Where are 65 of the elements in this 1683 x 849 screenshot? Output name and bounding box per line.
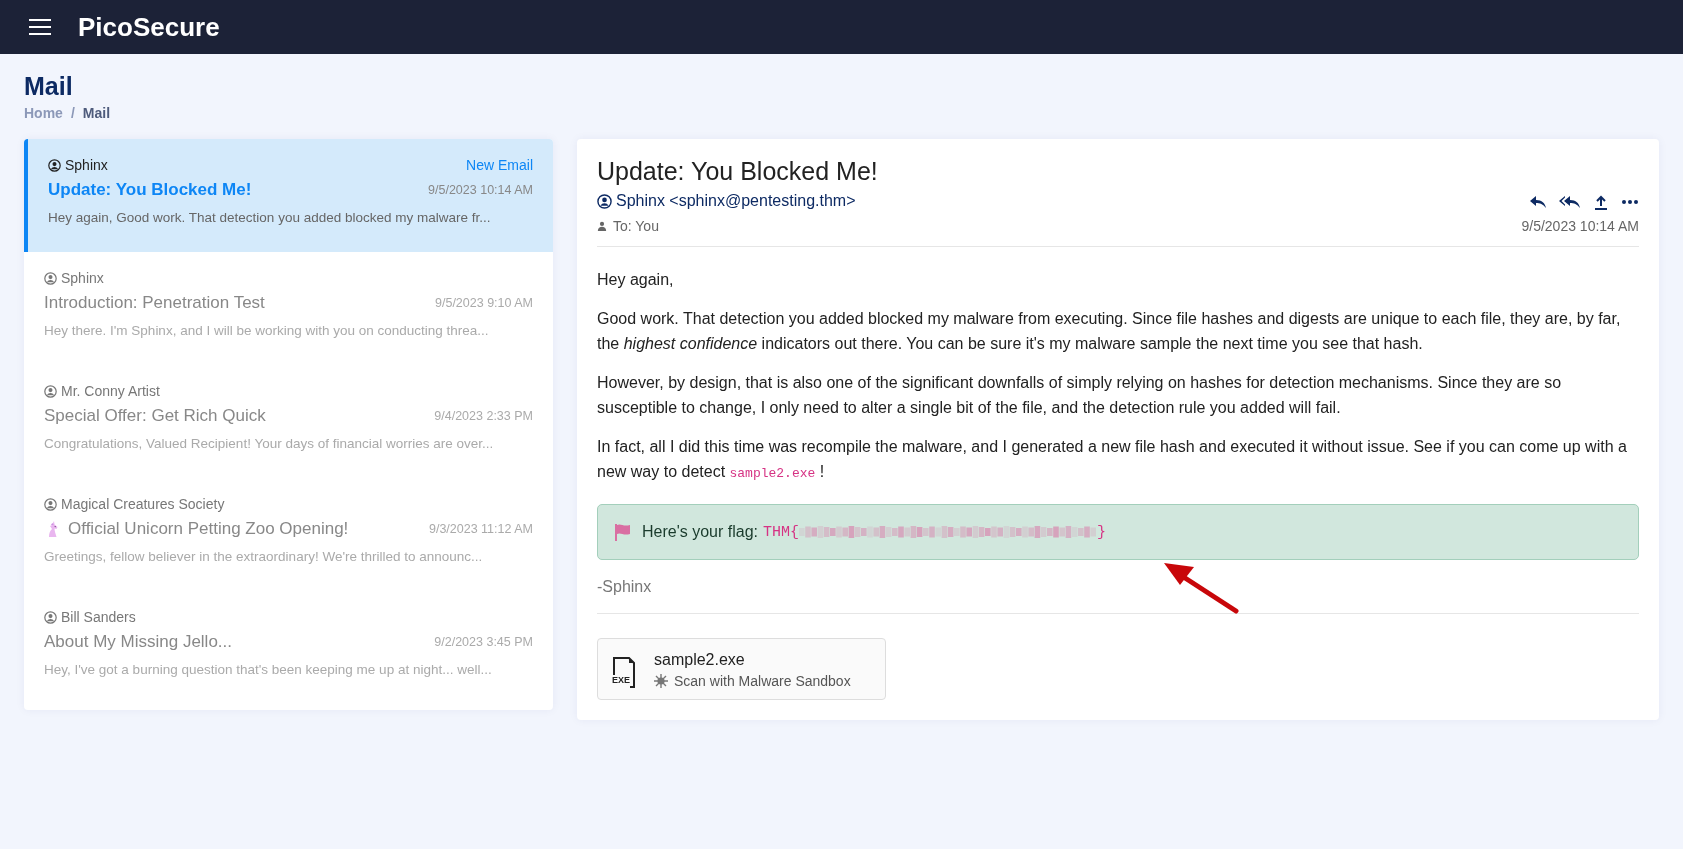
email-item[interactable]: Sphinx Introduction: Penetration Test 9/5/2023 9:10 AM Hey there. I'm Sphinx, and I will be working with you on conducting threa... bbox=[24, 252, 553, 365]
email-subject: Update: You Blocked Me! bbox=[48, 180, 252, 200]
email-preview: Hey, I've got a burning question that's been keeping me up at night... well... bbox=[44, 662, 493, 677]
flag-suffix: } bbox=[1097, 523, 1107, 541]
upload-icon bbox=[1593, 194, 1609, 210]
email-date: 9/4/2023 2:33 PM bbox=[434, 409, 533, 423]
sender-name: Magical Creatures Society bbox=[44, 496, 225, 512]
sender-name: Mr. Conny Artist bbox=[44, 383, 160, 399]
email-date: 9/5/2023 9:10 AM bbox=[435, 296, 533, 310]
email-date: 9/5/2023 10:14 AM bbox=[428, 183, 533, 197]
email-item[interactable]: Mr. Conny Artist Special Offer: Get Rich Quick 9/4/2023 2:33 PM Congratulations, Valued Recipient! Your days of financial worries are over... bbox=[24, 365, 553, 478]
email-item[interactable]: Bill Sanders About My Missing Jello... 9/2/2023 3:45 PM Hey, I've got a burning question that's been keeping me up at night... well... bbox=[24, 591, 553, 704]
message-date: 9/5/2023 10:14 AM bbox=[1521, 218, 1639, 234]
sender-address: Sphinx <sphinx@pentesting.thm> bbox=[597, 192, 856, 210]
email-preview: Congratulations, Valued Recipient! Your days of financial worries are over... bbox=[44, 436, 495, 451]
email-subject: Official Unicorn Petting Zoo Opening! bbox=[44, 519, 349, 539]
email-item[interactable]: Sphinx New Email Update: You Blocked Me! 9/5/2023 10:14 AM Hey again, Good work. That detection you added blocked my malware fr... bbox=[24, 139, 553, 252]
attachment-name: sample2.exe bbox=[654, 651, 746, 669]
email-item[interactable]: Magical Creatures Society Official Unicorn Petting Zoo Opening! 9/3/2023 11:12 AM Greetings, fellow believer in the extraordinary! We're thrilled to announc... bbox=[24, 478, 553, 591]
user-icon bbox=[44, 271, 57, 285]
message-paragraph: In fact, all I did this time was recompile the malware, and I generated a new file hash and executed it without issue. See if you can come up with a new way to detect sample2.exe ! bbox=[597, 437, 1628, 483]
sender-name: Sphinx bbox=[44, 270, 104, 286]
sender-name: Sphinx bbox=[48, 157, 108, 173]
app-title: PicoSecure bbox=[78, 11, 220, 43]
sender-name: Bill Sanders bbox=[44, 609, 136, 625]
more-icon bbox=[1621, 199, 1639, 205]
message-paragraph: Good work. That detection you added blocked my malware from executing. Since file hashes and digests are unique to each file, they are, by far, the highest confidence indicators out there. You can be sure it's my malware sample the next time you see that hash. bbox=[597, 309, 1622, 354]
user-icon bbox=[44, 497, 57, 511]
more-button[interactable] bbox=[1621, 199, 1639, 205]
page-title: Mail bbox=[24, 72, 74, 101]
recipient-label: To: You bbox=[597, 218, 856, 234]
signature: -Sphinx bbox=[597, 577, 653, 597]
breadcrumb-separator: / bbox=[70, 105, 75, 121]
email-subject: Special Offer: Get Rich Quick bbox=[44, 406, 266, 426]
scan-link[interactable]: Scan with Malware Sandbox bbox=[654, 673, 851, 689]
reply-all-button[interactable] bbox=[1559, 195, 1581, 209]
message-paragraph: Hey again, bbox=[597, 270, 675, 290]
email-preview: Greetings, fellow believer in the extraordinary! We're thrilled to announc... bbox=[44, 549, 484, 564]
email-preview: Hey there. I'm Sphinx, and I will be working with you on conducting threa... bbox=[44, 323, 490, 338]
email-subject: About My Missing Jello... bbox=[44, 632, 232, 652]
user-icon bbox=[597, 193, 612, 209]
breadcrumb-current: Mail bbox=[82, 105, 111, 121]
flag-label: Here's your flag: bbox=[642, 523, 758, 541]
person-icon bbox=[597, 221, 607, 231]
email-subject: Introduction: Penetration Test bbox=[44, 293, 265, 313]
reply-button[interactable] bbox=[1529, 195, 1547, 209]
new-email-label: New Email bbox=[466, 157, 533, 173]
email-date: 9/2/2023 3:45 PM bbox=[434, 635, 533, 649]
attachment-card[interactable]: EXE sample2.exe Scan with Malware Sandbox bbox=[597, 638, 886, 700]
flag-prefix: THM{ bbox=[763, 523, 799, 541]
reply-all-icon bbox=[1559, 195, 1581, 209]
flag-icon bbox=[614, 523, 632, 541]
upload-button[interactable] bbox=[1593, 194, 1609, 210]
email-preview: Hey again, Good work. That detection you added blocked my malware fr... bbox=[48, 210, 492, 225]
menu-icon bbox=[28, 18, 52, 36]
email-date: 9/3/2023 11:12 AM bbox=[428, 522, 533, 536]
message-paragraph: However, by design, that is also one of the significant downfalls of simply relying on hashes for detection mechanisms. Since they are so susceptible to change, I only need to alter a single bit of the file, and the detection rule you added will fail. bbox=[597, 373, 1563, 418]
breadcrumb-link[interactable]: Home bbox=[24, 105, 63, 121]
user-icon bbox=[44, 610, 57, 624]
virus-icon bbox=[654, 674, 668, 688]
user-icon bbox=[44, 384, 57, 398]
user-icon bbox=[48, 158, 61, 172]
menu-button[interactable] bbox=[28, 18, 52, 36]
message-subject: Update: You Blocked Me! bbox=[597, 157, 879, 186]
reply-icon bbox=[1529, 195, 1547, 209]
